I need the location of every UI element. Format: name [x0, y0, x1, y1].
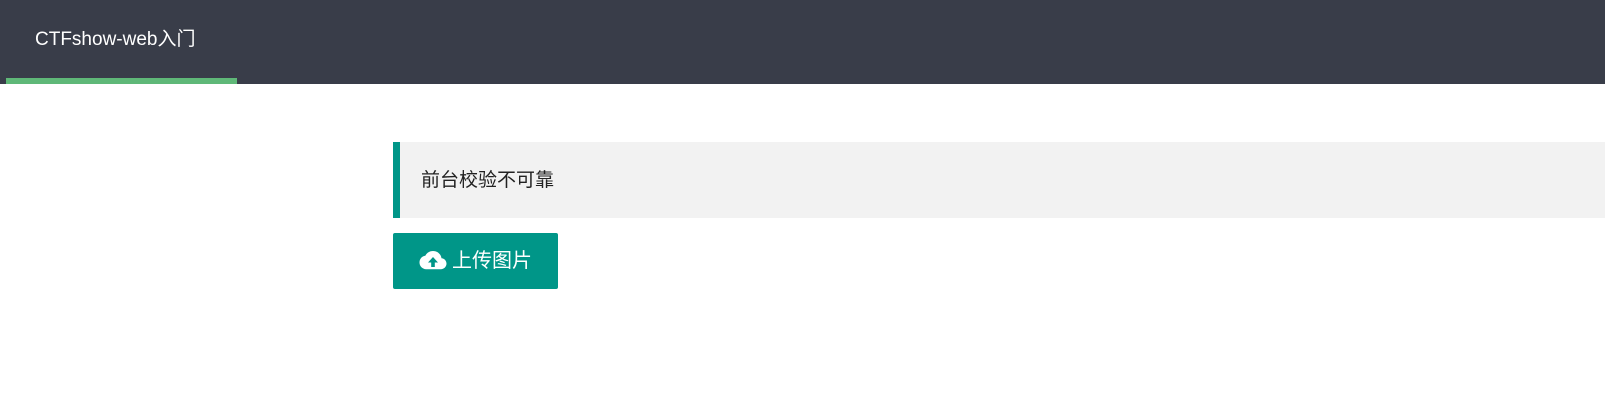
upload-image-button[interactable]: 上传图片 [393, 233, 558, 289]
nav-item-ctfshow-web[interactable]: CTFshow-web入门 [6, 0, 237, 84]
top-navbar: CTFshow-web入门 [0, 0, 1605, 84]
nav-item-label: CTFshow-web入门 [35, 29, 196, 50]
cloud-upload-icon [419, 250, 447, 272]
notice-blockquote: 前台校验不可靠 [393, 142, 1605, 218]
upload-button-label: 上传图片 [452, 250, 532, 272]
notice-text: 前台校验不可靠 [421, 170, 555, 191]
nav-active-indicator [6, 78, 237, 84]
main-content: 前台校验不可靠 上传图片 [393, 142, 1605, 289]
